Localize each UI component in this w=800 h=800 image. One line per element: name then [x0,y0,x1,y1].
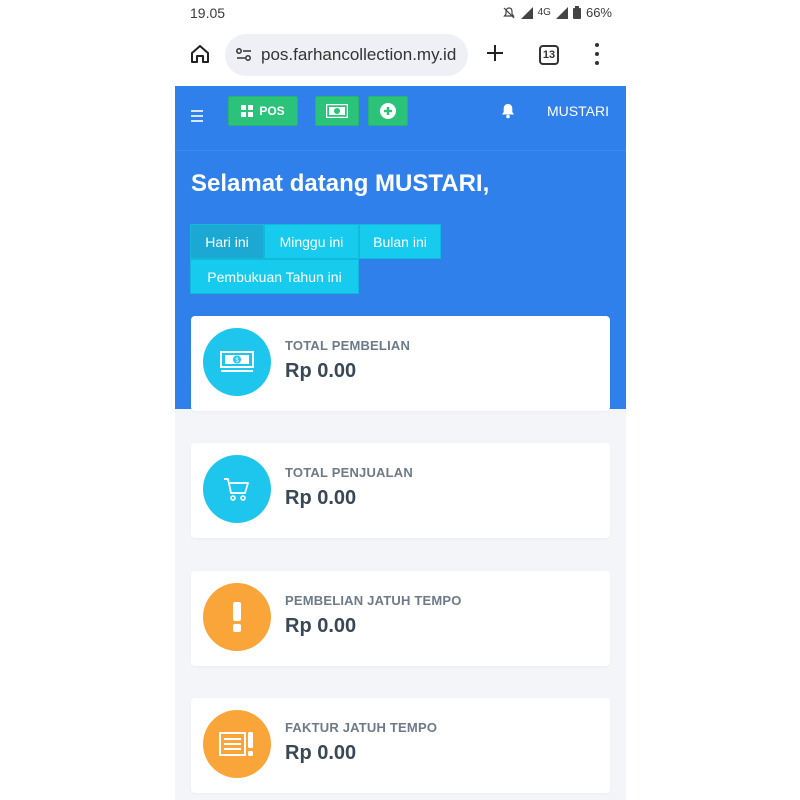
site-settings-icon[interactable] [235,46,253,64]
battery-level: 66% [585,5,612,20]
bell-icon[interactable] [500,103,516,119]
home-icon[interactable] [189,43,211,65]
tab-switcher-button[interactable]: 13 [539,45,559,65]
card-total-pembelian[interactable]: $ TOTAL PEMBELIAN Rp 0.00 [191,316,610,411]
card-label: FAKTUR JATUH TEMPO [285,720,438,735]
card-icon-circle: $ [203,328,271,396]
card-icon-circle [203,710,271,778]
network-type: 4G [537,7,551,18]
exclamation-icon [233,602,241,632]
filter-month[interactable]: Bulan ini [359,224,441,259]
card-value: Rp 0.00 [285,360,357,382]
cash-button[interactable] [315,96,359,126]
more-menu-icon[interactable] [593,43,601,65]
app-header: POS MUSTARI [175,86,626,150]
card-value: Rp 0.00 [285,742,357,764]
card-icon-circle [203,455,271,523]
grid-icon [241,105,254,117]
filter-today[interactable]: Hari ini [190,224,264,259]
user-name[interactable]: MUSTARI [547,103,609,119]
card-icon-circle [203,583,271,651]
browser-toolbar: pos.farhancollection.my.id 13 [175,28,626,86]
money-icon: $ [220,351,254,372]
invoice-alert-icon [219,732,253,756]
filter-week[interactable]: Minggu ini [264,224,359,259]
card-label: TOTAL PENJUALAN [285,465,413,480]
filter-year[interactable]: Pembukuan Tahun ini [190,259,359,294]
money-icon [326,104,348,118]
battery-icon [572,6,581,19]
phone-screen: 19.05 4G 66% pos.farhancollection.my.id … [175,0,626,800]
new-tab-icon[interactable] [484,42,506,64]
url-text: pos.farhancollection.my.id [261,45,457,64]
signal-icon [520,6,533,19]
card-faktur-jatuh-tempo[interactable]: FAKTUR JATUH TEMPO Rp 0.00 [191,698,610,793]
add-button[interactable] [368,96,408,126]
cart-icon [224,478,249,501]
page-title: Selamat datang MUSTARI, [191,170,490,197]
status-icons: 4G 66% [502,5,612,20]
mute-icon [502,6,515,18]
card-pembelian-jatuh-tempo[interactable]: PEMBELIAN JATUH TEMPO Rp 0.00 [191,571,610,666]
pos-label: POS [259,104,285,118]
menu-icon[interactable] [191,110,203,122]
card-value: Rp 0.00 [285,487,357,509]
address-bar[interactable]: pos.farhancollection.my.id [225,34,468,76]
card-value: Rp 0.00 [285,615,357,637]
card-total-penjualan[interactable]: TOTAL PENJUALAN Rp 0.00 [191,443,610,538]
status-bar: 19.05 4G 66% [175,0,626,28]
signal-icon-2 [555,6,568,19]
pos-button[interactable]: POS [228,96,298,126]
plus-circle-icon [380,103,396,119]
card-label: PEMBELIAN JATUH TEMPO [285,593,462,608]
status-time: 19.05 [190,5,226,21]
card-label: TOTAL PEMBELIAN [285,338,411,353]
